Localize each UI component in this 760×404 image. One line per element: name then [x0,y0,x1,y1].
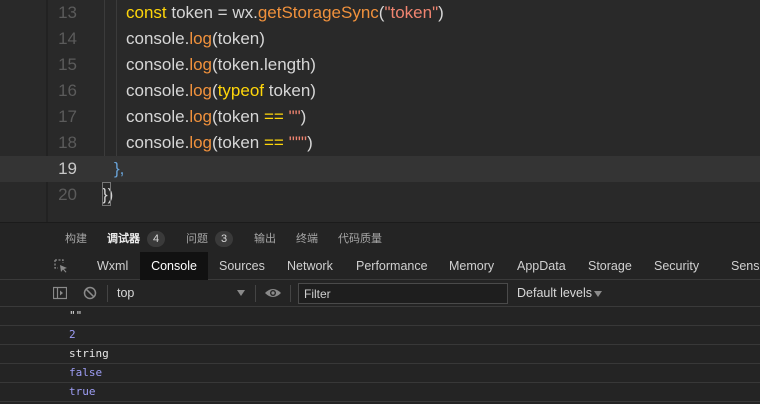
sidebar-toggle-icon[interactable] [53,286,67,300]
code-token: console. [126,55,190,74]
devtools-tab-storage[interactable]: Storage [588,252,632,280]
tab-terminal[interactable]: 终端 [296,223,318,253]
console-message[interactable]: false [0,364,760,383]
code-token: console. [126,29,190,48]
code-text[interactable]: console.log(token == '""') [126,130,313,156]
tab-build[interactable]: 构建 [65,223,87,253]
code-text[interactable]: const token = wx.getStorageSync("token") [126,0,444,26]
console-output[interactable]: "" 2 string false true [0,307,760,404]
code-token: "" [288,107,301,126]
log-levels-dropdown[interactable]: Default levels [517,280,592,307]
code-token: log [189,133,213,152]
code-line[interactable]: 13 const token = wx.getStorageSync("toke… [0,0,760,26]
code-token: console. [126,81,190,100]
line-number: 13 [58,3,77,22]
devtools-tab-sources[interactable]: Sources [219,252,265,280]
code-text[interactable]: console.log(token) [126,26,265,52]
console-message[interactable]: "" [0,307,760,326]
code-token: console. [126,107,190,126]
devtools-tab-network[interactable]: Network [287,252,333,280]
tab-output[interactable]: 输出 [254,223,276,253]
code-line[interactable]: 16 console.log(typeof token) [0,78,760,104]
code-token: ) [307,133,313,152]
filter-field[interactable] [298,283,508,304]
code-token: (token.length) [212,55,316,74]
line-number: 16 [58,81,77,100]
code-token: (token) [212,29,265,48]
line-number: 19 [58,159,77,178]
toolbar-divider [290,285,291,302]
line-number: 17 [58,107,77,126]
console-message[interactable]: 2 [0,326,760,345]
context-selector[interactable]: top [117,280,134,307]
line-number: 18 [58,133,77,152]
console-message-text: true [69,385,96,398]
tab-issues[interactable]: 问题 [186,223,208,253]
code-token: log [189,107,213,126]
chevron-down-icon[interactable] [237,290,245,296]
console-toolbar: top Default levels [0,280,760,307]
devtools-tab-memory[interactable]: Memory [449,252,494,280]
filter-input[interactable] [299,284,507,303]
issues-count-badge: 3 [215,231,233,247]
code-text[interactable]: console.log(typeof token) [126,78,316,104]
line-number: 14 [58,29,77,48]
bracket-match-highlight [102,182,111,206]
devtools-tab-appdata[interactable]: AppData [517,252,566,280]
code-line[interactable]: 17 console.log(token == "") [0,104,760,130]
code-token: typeof [217,81,264,100]
code-line[interactable]: 14 console.log(token) [0,26,760,52]
code-token: == [264,107,284,126]
code-token: token) [264,81,316,100]
code-text[interactable]: }, [114,156,124,182]
code-editor[interactable]: 13 const token = wx.getStorageSync("toke… [0,0,760,222]
code-token: token = wx. [166,3,258,22]
code-text[interactable]: console.log(token.length) [126,52,316,78]
code-token: }, [114,159,125,178]
bottom-panel-tabs: 构建 调试器 4 问题 3 输出 终端 代码质量 [0,222,760,252]
code-token: log [189,81,213,100]
devtools-tab-performance[interactable]: Performance [356,252,428,280]
line-number: 20 [58,185,77,204]
console-message[interactable]: true [0,383,760,402]
console-message-text: string [69,347,109,360]
devtools-tab-wxml[interactable]: Wxml [97,252,128,280]
tab-debugger[interactable]: 调试器 [107,223,140,253]
devtools-tab-sensor[interactable]: Sensor [731,252,760,280]
clear-console-icon[interactable] [83,286,97,300]
code-text[interactable]: console.log(token == "") [126,104,306,130]
console-message-text: 2 [69,328,76,341]
eye-icon[interactable] [264,286,282,300]
code-token: console. [126,133,190,152]
line-number: 15 [58,55,77,74]
code-token: (token [212,133,264,152]
code-line[interactable]: 20 }) [0,182,760,208]
console-message-text: false [69,366,103,379]
code-token: const [126,3,167,22]
code-token: (token [212,107,264,126]
code-token: log [189,55,213,74]
chevron-down-icon[interactable] [594,291,602,297]
code-token: '""' [288,133,308,152]
devtools-tab-console[interactable]: Console [140,252,208,280]
tab-code-quality[interactable]: 代码质量 [338,223,382,253]
console-message-text: "" [69,309,83,322]
code-token: ) [438,3,444,22]
code-token: log [189,29,213,48]
inspect-element-icon[interactable] [54,259,68,273]
code-token: getStorageSync [257,3,379,22]
console-message[interactable]: string [0,345,760,364]
code-token: ) [300,107,307,126]
code-line-current[interactable]: 19 }, [0,156,760,182]
toolbar-divider [107,285,108,302]
toolbar-divider [255,285,256,302]
code-line[interactable]: 18 console.log(token == '""') [0,130,760,156]
code-token: == [264,133,284,152]
debugger-count-badge: 4 [147,231,165,247]
code-token: "token" [384,3,439,22]
devtools-tab-security[interactable]: Security [654,252,699,280]
code-line[interactable]: 15 console.log(token.length) [0,52,760,78]
devtools-tabbar: Wxml Console Sources Network Performance… [0,252,760,280]
